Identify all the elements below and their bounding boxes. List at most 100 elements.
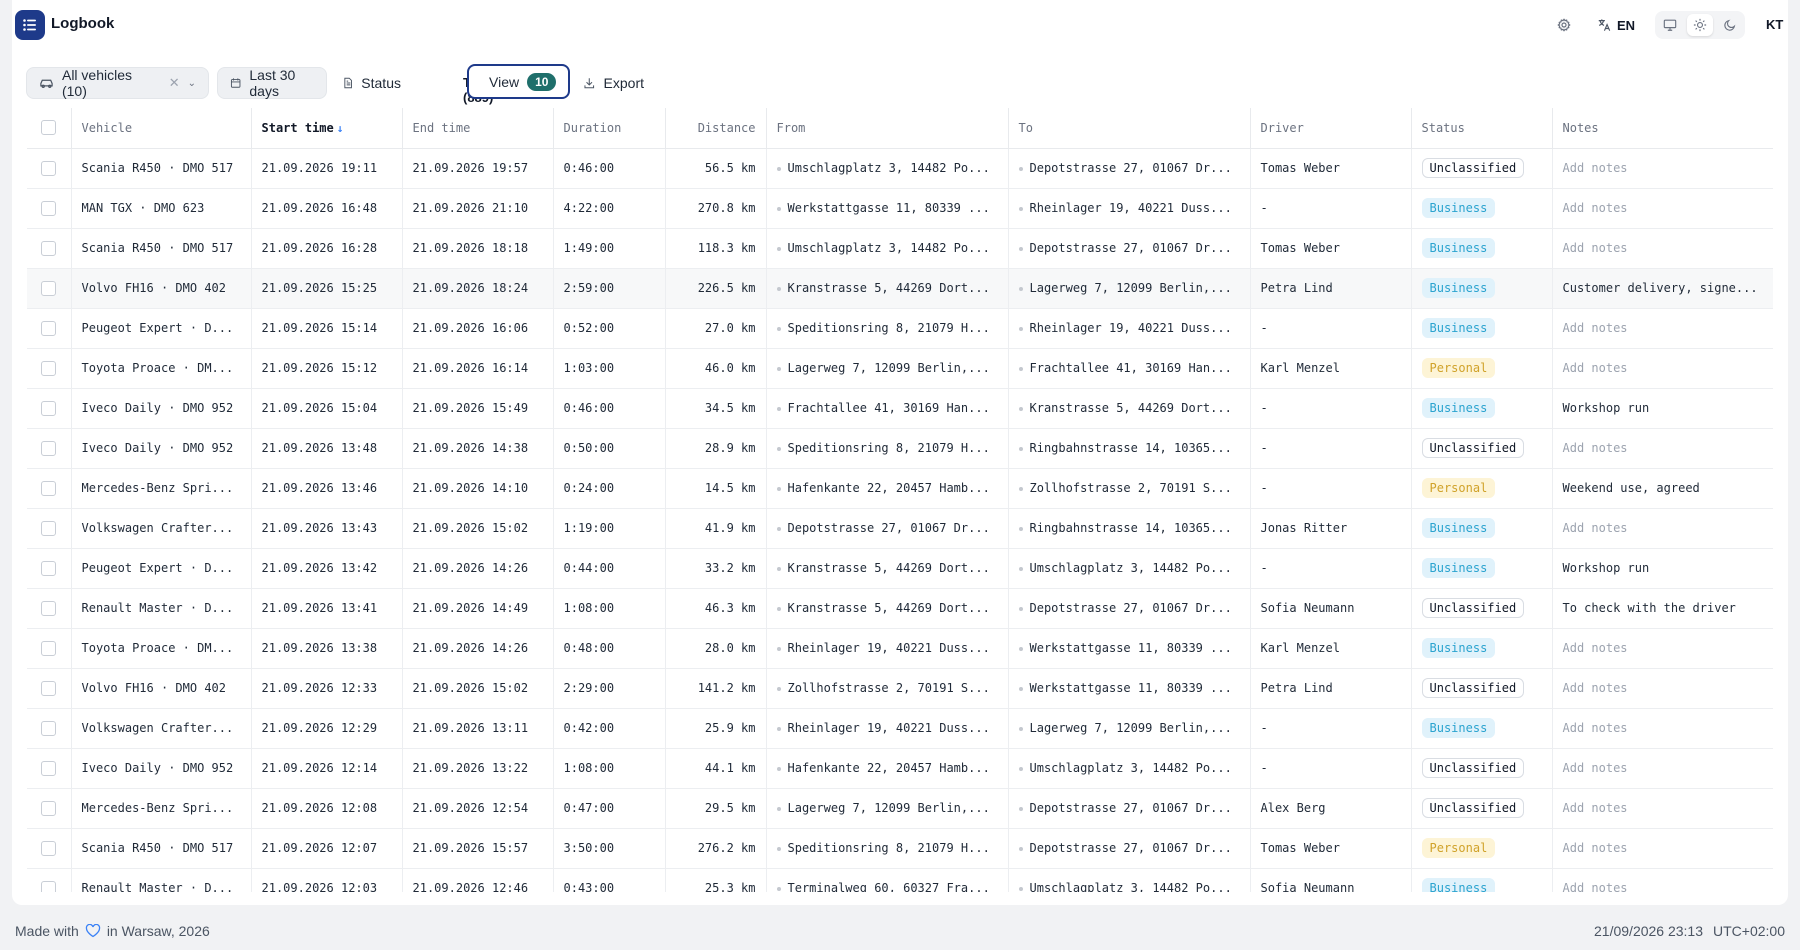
user-avatar[interactable]: KT (1766, 17, 1783, 32)
column-duration[interactable]: Duration (553, 108, 666, 149)
row-checkbox[interactable] (41, 840, 57, 856)
row-checkbox[interactable] (41, 400, 57, 416)
cell-notes[interactable]: Add notes (1552, 668, 1773, 709)
status-badge[interactable]: Unclassified (1421, 798, 1525, 818)
cell-notes[interactable]: Weekend use, agreed (1552, 468, 1773, 509)
cell-notes[interactable]: Add notes (1552, 708, 1773, 749)
status-badge[interactable]: Business (1421, 398, 1496, 418)
row-checkbox[interactable] (41, 720, 57, 736)
cell-notes[interactable]: Add notes (1552, 188, 1773, 229)
vehicle-filter[interactable]: All vehicles (10) ✕ ⌄ (26, 67, 209, 99)
row-checkbox[interactable] (41, 880, 57, 892)
status-badge[interactable]: Personal (1421, 838, 1496, 858)
column-driver[interactable]: Driver (1250, 108, 1412, 149)
app-logo[interactable] (15, 10, 45, 40)
column-status[interactable]: Status (1411, 108, 1553, 149)
select-all-checkbox[interactable] (41, 120, 57, 136)
row-checkbox[interactable] (41, 560, 57, 576)
table-row[interactable]: Iveco Daily · DMO 952 21.09.2026 13:48 21.… (27, 428, 1773, 469)
status-badge[interactable]: Business (1421, 198, 1496, 218)
status-badge[interactable]: Business (1421, 718, 1496, 738)
cell-notes[interactable]: Workshop run (1552, 388, 1773, 429)
view-button[interactable]: View 10 (467, 64, 570, 99)
theme-dark-button[interactable] (1717, 14, 1743, 36)
chevron-down-icon[interactable]: ⌄ (188, 78, 196, 89)
table-row[interactable]: Volkswagen Crafter... 21.09.2026 12:29 21.… (27, 708, 1773, 749)
table-row[interactable]: Scania R450 · DMO 517 21.09.2026 19:11 21.… (27, 148, 1773, 189)
column-to[interactable]: To (1008, 108, 1251, 149)
trips-table-container[interactable]: Vehicle Start time ↓ End time Duration Di… (27, 108, 1773, 892)
status-badge[interactable]: Business (1421, 238, 1496, 258)
row-checkbox[interactable] (41, 600, 57, 616)
column-start-time[interactable]: Start time ↓ (251, 108, 403, 149)
table-row[interactable]: Renault Master · D... 21.09.2026 12:03 21.… (27, 868, 1773, 892)
cell-notes[interactable]: Add notes (1552, 228, 1773, 269)
column-distance[interactable]: Distance (665, 108, 767, 149)
cell-notes[interactable]: To check with the driver (1552, 588, 1773, 629)
table-row[interactable]: Mercedes-Benz Spri... 21.09.2026 13:46 21.… (27, 468, 1773, 509)
cell-notes[interactable]: Add notes (1552, 148, 1773, 189)
status-badge[interactable]: Business (1421, 558, 1496, 578)
cell-notes[interactable]: Add notes (1552, 628, 1773, 669)
table-row[interactable]: Renault Master · D... 21.09.2026 13:41 21.… (27, 588, 1773, 629)
cell-notes[interactable]: Add notes (1552, 508, 1773, 549)
cell-notes[interactable]: Add notes (1552, 308, 1773, 349)
column-from[interactable]: From (766, 108, 1009, 149)
table-row[interactable]: Toyota Proace · DM... 21.09.2026 13:38 21.… (27, 628, 1773, 669)
status-badge[interactable]: Unclassified (1421, 438, 1525, 458)
status-badge[interactable]: Business (1421, 518, 1496, 538)
cell-notes[interactable]: Add notes (1552, 788, 1773, 829)
table-row[interactable]: Scania R450 · DMO 517 21.09.2026 12:07 21.… (27, 828, 1773, 869)
status-badge[interactable]: Personal (1421, 358, 1496, 378)
row-checkbox[interactable] (41, 480, 57, 496)
row-checkbox[interactable] (41, 160, 57, 176)
column-notes[interactable]: Notes (1552, 108, 1773, 149)
table-row[interactable]: Toyota Proace · DM... 21.09.2026 15:12 21.… (27, 348, 1773, 389)
status-badge[interactable]: Unclassified (1421, 758, 1525, 778)
cell-notes[interactable]: Add notes (1552, 748, 1773, 789)
table-row[interactable]: Volvo FH16 · DMO 402 21.09.2026 15:25 21.0… (27, 268, 1773, 309)
table-row[interactable]: Iveco Daily · DMO 952 21.09.2026 12:14 21.… (27, 748, 1773, 789)
table-row[interactable]: Volkswagen Crafter... 21.09.2026 13:43 21.… (27, 508, 1773, 549)
column-vehicle[interactable]: Vehicle (71, 108, 252, 149)
cell-notes[interactable]: Add notes (1552, 868, 1773, 892)
status-filter[interactable]: Status (331, 67, 413, 99)
clear-filter-icon[interactable]: ✕ (169, 75, 180, 91)
table-row[interactable]: Peugeot Expert · D... 21.09.2026 15:14 21.… (27, 308, 1773, 349)
cell-notes[interactable]: Workshop run (1552, 548, 1773, 589)
row-checkbox[interactable] (41, 680, 57, 696)
status-badge[interactable]: Unclassified (1421, 158, 1525, 178)
table-row[interactable]: Iveco Daily · DMO 952 21.09.2026 15:04 21.… (27, 388, 1773, 429)
row-checkbox[interactable] (41, 440, 57, 456)
status-badge[interactable]: Unclassified (1421, 598, 1525, 618)
date-range-filter[interactable]: Last 30 days (217, 67, 327, 99)
table-row[interactable]: MAN TGX · DMO 623 21.09.2026 16:48 21.09.2… (27, 188, 1773, 229)
status-badge[interactable]: Business (1421, 278, 1496, 298)
theme-system-button[interactable] (1657, 14, 1683, 36)
cell-notes[interactable]: Customer delivery, signe... (1552, 268, 1773, 309)
status-badge[interactable]: Personal (1421, 478, 1496, 498)
row-checkbox[interactable] (41, 240, 57, 256)
status-badge[interactable]: Business (1421, 878, 1496, 892)
table-row[interactable]: Peugeot Expert · D... 21.09.2026 13:42 21.… (27, 548, 1773, 589)
row-checkbox[interactable] (41, 760, 57, 776)
cell-notes[interactable]: Add notes (1552, 828, 1773, 869)
row-checkbox[interactable] (41, 520, 57, 536)
language-button[interactable]: EN (1592, 14, 1640, 36)
export-button[interactable]: Export (571, 67, 656, 99)
theme-light-button[interactable] (1687, 14, 1713, 36)
table-row[interactable]: Mercedes-Benz Spri... 21.09.2026 12:08 21.… (27, 788, 1773, 829)
status-badge[interactable]: Business (1421, 638, 1496, 658)
column-end-time[interactable]: End time (402, 108, 554, 149)
settings-button[interactable] (1553, 14, 1575, 36)
status-badge[interactable]: Business (1421, 318, 1496, 338)
table-row[interactable]: Volvo FH16 · DMO 402 21.09.2026 12:33 21.0… (27, 668, 1773, 709)
row-checkbox[interactable] (41, 360, 57, 376)
table-row[interactable]: Scania R450 · DMO 517 21.09.2026 16:28 21.… (27, 228, 1773, 269)
row-checkbox[interactable] (41, 640, 57, 656)
status-badge[interactable]: Unclassified (1421, 678, 1525, 698)
cell-notes[interactable]: Add notes (1552, 348, 1773, 389)
row-checkbox[interactable] (41, 320, 57, 336)
row-checkbox[interactable] (41, 800, 57, 816)
row-checkbox[interactable] (41, 280, 57, 296)
